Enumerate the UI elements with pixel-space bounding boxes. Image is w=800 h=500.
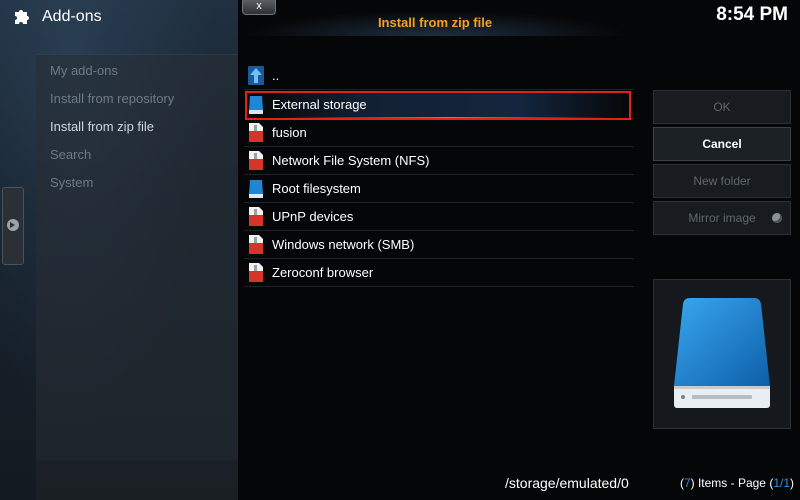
puzzle-icon bbox=[15, 10, 29, 24]
file-row-label: UPnP devices bbox=[272, 209, 354, 224]
items-page: 1/1 bbox=[773, 476, 790, 490]
dialog-title: Install from zip file bbox=[240, 10, 630, 36]
menu-item-system[interactable]: System bbox=[50, 175, 93, 190]
zip-file-icon bbox=[249, 263, 263, 282]
file-row-fusion[interactable]: fusion bbox=[244, 119, 634, 147]
mirror-image-label: Mirror image bbox=[688, 211, 756, 225]
new-folder-button[interactable]: New folder bbox=[653, 164, 791, 198]
background-menu-footer bbox=[36, 460, 238, 500]
blue-drive-icon bbox=[249, 180, 263, 198]
file-row-parent[interactable]: .. bbox=[244, 62, 634, 90]
file-row-upnp[interactable]: UPnP devices bbox=[244, 203, 634, 231]
file-row-label: .. bbox=[272, 68, 280, 83]
clock: 8:54 PM bbox=[716, 4, 788, 25]
cancel-button[interactable]: Cancel bbox=[653, 127, 791, 161]
zip-file-icon bbox=[249, 207, 263, 226]
menu-item-install-from-repository[interactable]: Install from repository bbox=[50, 91, 174, 106]
toggle-indicator-icon bbox=[772, 213, 782, 223]
file-row-label: Zeroconf browser bbox=[272, 265, 374, 280]
background-menu: My add-ons Install from repository Insta… bbox=[36, 54, 238, 461]
file-row-root-filesystem[interactable]: Root filesystem bbox=[244, 175, 634, 203]
side-arrow-icon bbox=[7, 219, 19, 231]
items-page-info: (7) Items - Page (1/1) bbox=[680, 476, 794, 490]
ok-button[interactable]: OK bbox=[653, 90, 791, 124]
zip-file-icon bbox=[249, 235, 263, 254]
external-drive-icon bbox=[674, 298, 770, 408]
side-menu-handle[interactable] bbox=[2, 187, 24, 265]
preview-panel bbox=[653, 279, 791, 429]
file-row-label: Windows network (SMB) bbox=[272, 237, 415, 252]
up-arrow-icon bbox=[248, 66, 264, 85]
items-mid: ) Items - Page ( bbox=[690, 476, 774, 490]
menu-item-search[interactable]: Search bbox=[50, 147, 91, 162]
file-row-nfs[interactable]: Network File System (NFS) bbox=[244, 147, 634, 175]
zip-file-icon bbox=[249, 151, 263, 170]
menu-item-install-from-zip[interactable]: Install from zip file bbox=[50, 119, 154, 134]
background-header: Add-ons bbox=[0, 0, 238, 34]
items-close: ) bbox=[790, 476, 794, 490]
selection-highlight-box bbox=[245, 91, 631, 120]
file-row-label: Network File System (NFS) bbox=[272, 153, 430, 168]
background-title: Add-ons bbox=[42, 8, 102, 25]
current-path: /storage/emulated/0 bbox=[505, 475, 629, 491]
file-row-zeroconf[interactable]: Zeroconf browser bbox=[244, 259, 634, 287]
zip-file-icon bbox=[249, 123, 263, 142]
file-row-label: Root filesystem bbox=[272, 181, 361, 196]
file-row-smb[interactable]: Windows network (SMB) bbox=[244, 231, 634, 259]
file-row-label: fusion bbox=[272, 125, 307, 140]
menu-item-my-addons[interactable]: My add-ons bbox=[50, 63, 118, 78]
mirror-image-button[interactable]: Mirror image bbox=[653, 201, 791, 235]
items-count: 7 bbox=[683, 476, 691, 490]
